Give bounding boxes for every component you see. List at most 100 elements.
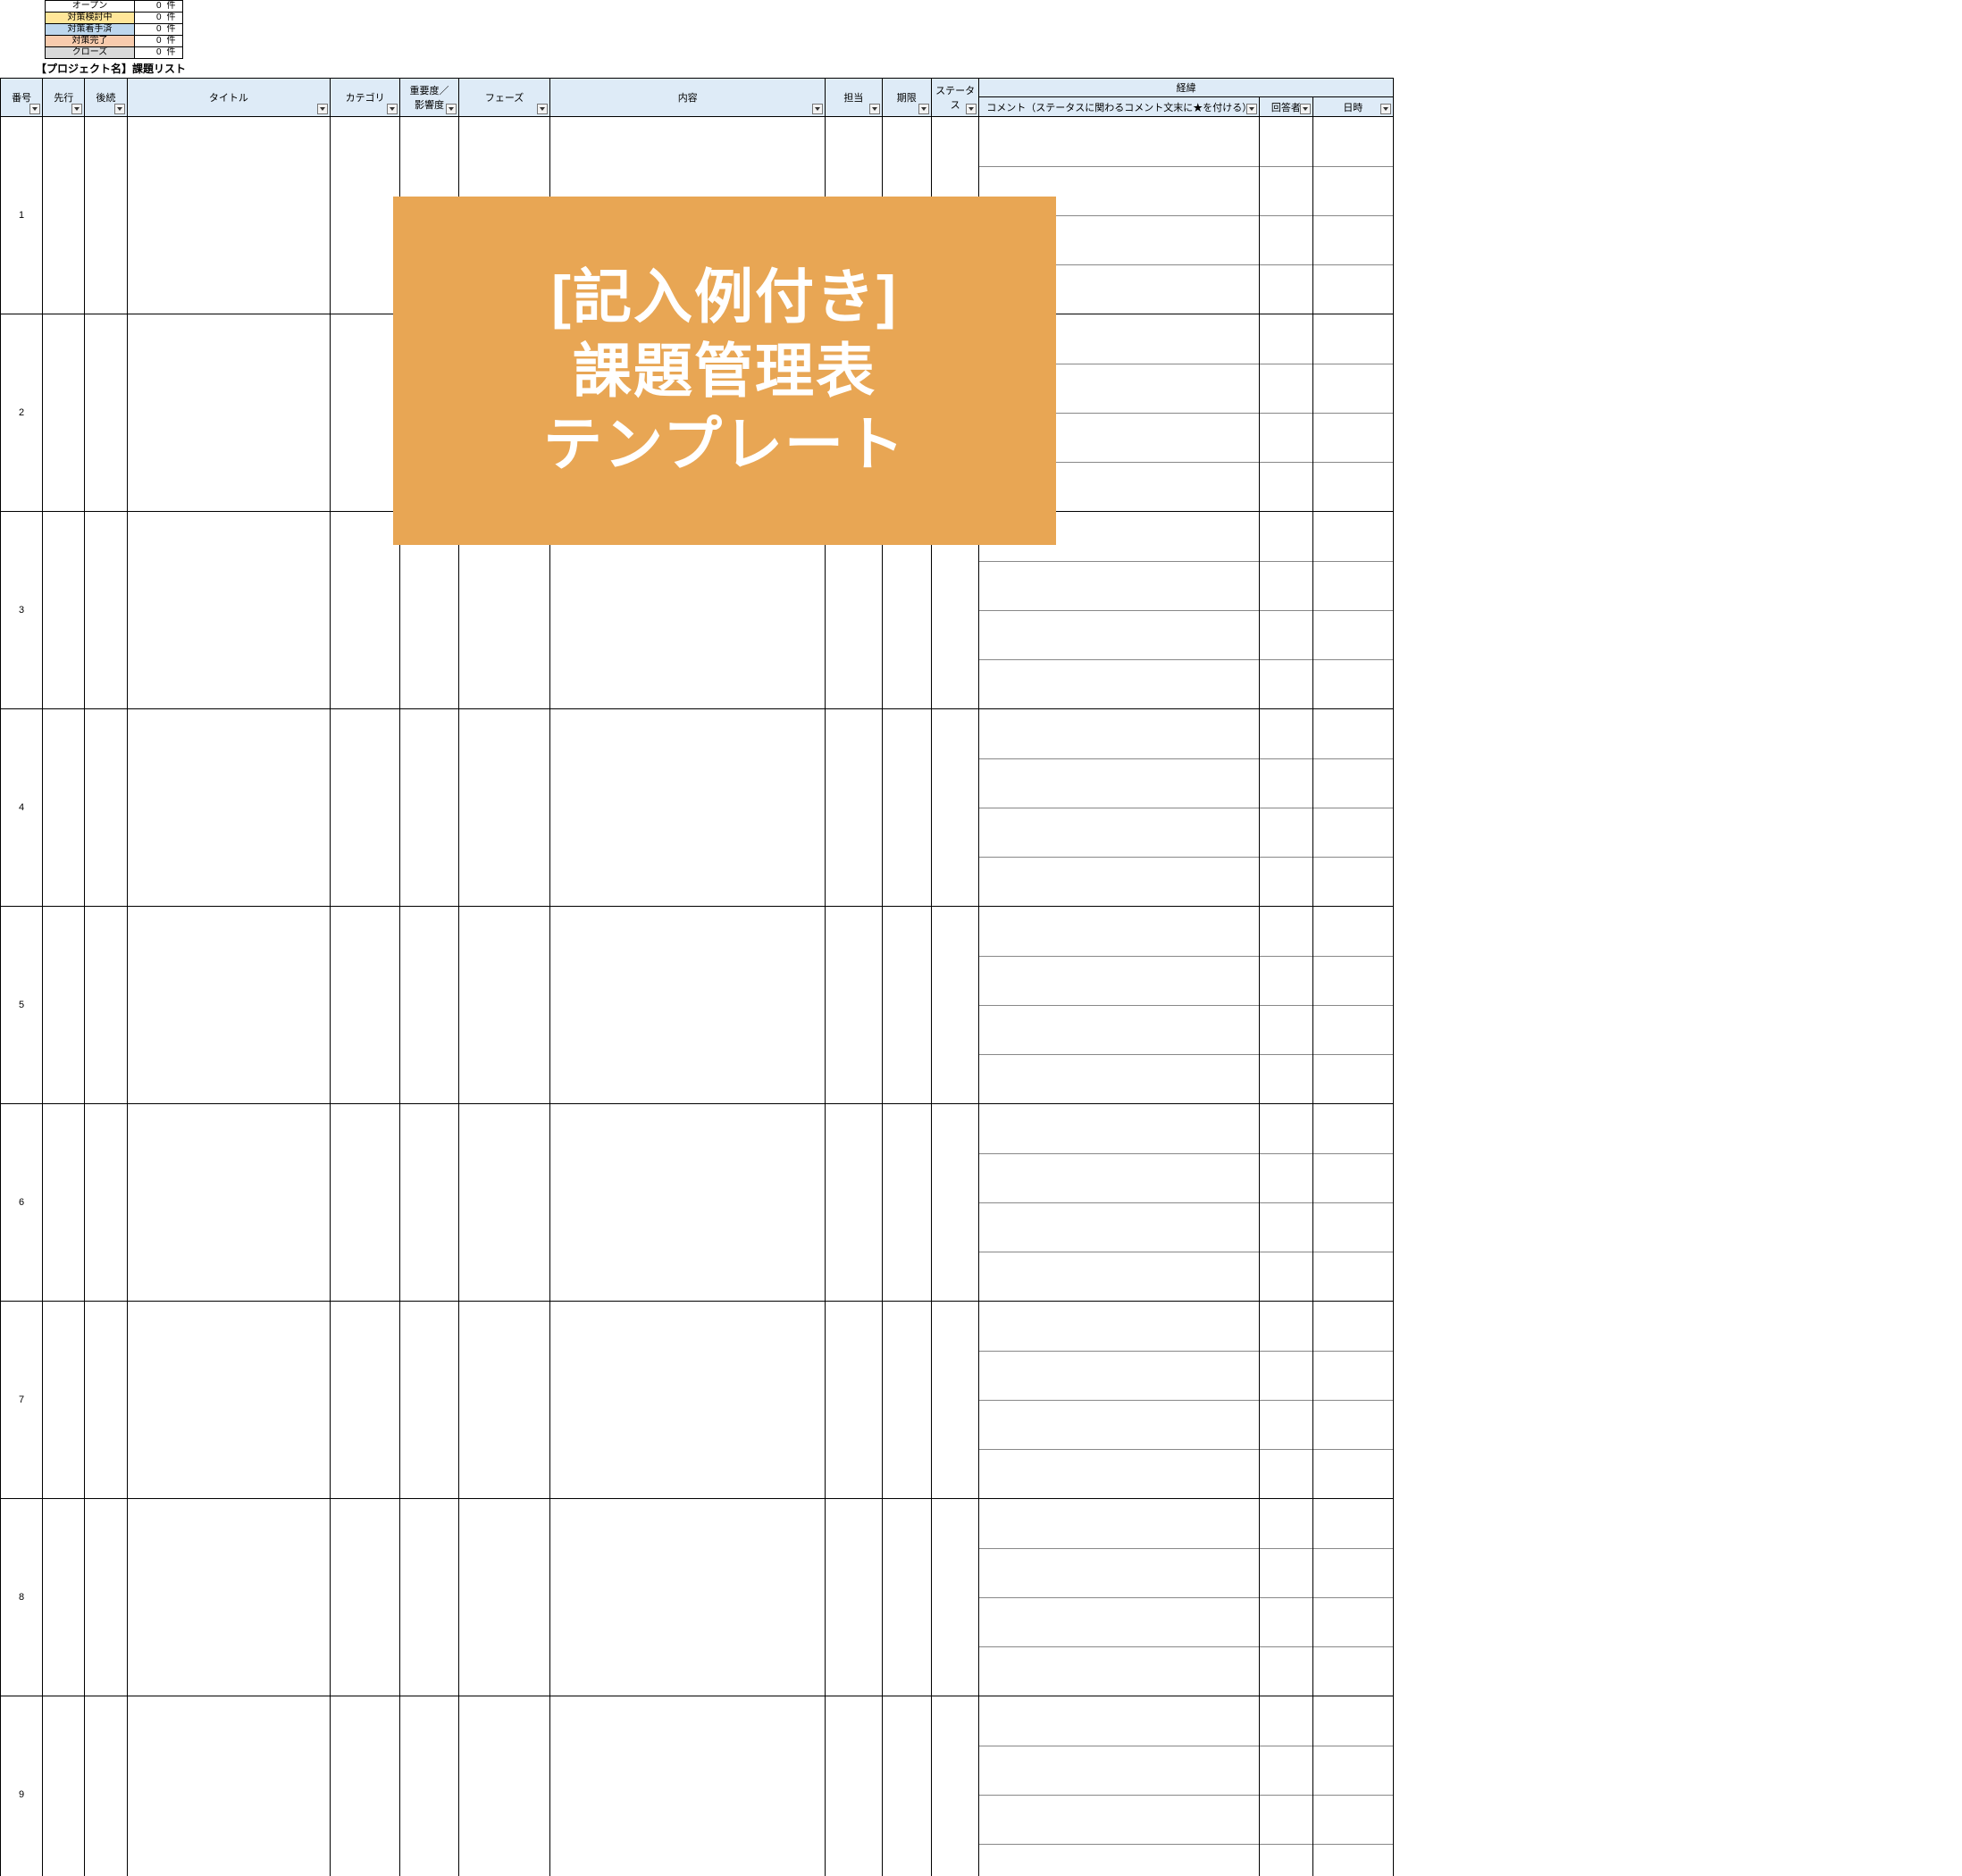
cell-status[interactable] bbox=[931, 1302, 978, 1499]
cell-num[interactable]: 6 bbox=[1, 1104, 43, 1302]
cell-date[interactable] bbox=[1312, 117, 1393, 314]
cell-date[interactable] bbox=[1312, 1499, 1393, 1696]
cell-cat[interactable] bbox=[331, 1302, 400, 1499]
cell-post[interactable] bbox=[85, 314, 127, 512]
cell-num[interactable]: 9 bbox=[1, 1696, 43, 1876]
cell-title[interactable] bbox=[127, 1302, 331, 1499]
cell-due[interactable] bbox=[882, 907, 931, 1104]
cell-cat[interactable] bbox=[331, 907, 400, 1104]
cell-resp[interactable] bbox=[1260, 314, 1312, 512]
cell-date[interactable] bbox=[1312, 907, 1393, 1104]
cell-title[interactable] bbox=[127, 907, 331, 1104]
cell-date[interactable] bbox=[1312, 1696, 1393, 1876]
cell-date[interactable] bbox=[1312, 512, 1393, 709]
cell-post[interactable] bbox=[85, 1696, 127, 1876]
cell-cat[interactable] bbox=[331, 709, 400, 907]
cell-owner[interactable] bbox=[826, 709, 883, 907]
cell-due[interactable] bbox=[882, 1104, 931, 1302]
cell-imp[interactable] bbox=[400, 1696, 459, 1876]
cell-comment[interactable] bbox=[979, 1302, 1260, 1499]
cell-title[interactable] bbox=[127, 512, 331, 709]
cell-pre[interactable] bbox=[43, 314, 85, 512]
cell-owner[interactable] bbox=[826, 1499, 883, 1696]
cell-post[interactable] bbox=[85, 907, 127, 1104]
table-row[interactable]: 8 bbox=[1, 1499, 1394, 1696]
cell-cat[interactable] bbox=[331, 117, 400, 314]
cell-num[interactable]: 2 bbox=[1, 314, 43, 512]
cell-num[interactable]: 3 bbox=[1, 512, 43, 709]
filter-icon[interactable] bbox=[966, 104, 977, 114]
table-row[interactable]: 4 bbox=[1, 709, 1394, 907]
filter-icon[interactable] bbox=[446, 104, 457, 114]
filter-icon[interactable] bbox=[114, 104, 125, 114]
cell-title[interactable] bbox=[127, 709, 331, 907]
cell-owner[interactable] bbox=[826, 1302, 883, 1499]
filter-icon[interactable] bbox=[387, 104, 398, 114]
cell-title[interactable] bbox=[127, 1104, 331, 1302]
cell-resp[interactable] bbox=[1260, 1302, 1312, 1499]
cell-content[interactable] bbox=[550, 709, 826, 907]
cell-content[interactable] bbox=[550, 1302, 826, 1499]
cell-due[interactable] bbox=[882, 709, 931, 907]
cell-due[interactable] bbox=[882, 1696, 931, 1876]
cell-owner[interactable] bbox=[826, 1696, 883, 1876]
cell-phase[interactable] bbox=[458, 907, 550, 1104]
filter-icon[interactable] bbox=[317, 104, 328, 114]
cell-imp[interactable] bbox=[400, 907, 459, 1104]
cell-content[interactable] bbox=[550, 1499, 826, 1696]
filter-icon[interactable] bbox=[537, 104, 548, 114]
cell-resp[interactable] bbox=[1260, 907, 1312, 1104]
cell-status[interactable] bbox=[931, 709, 978, 907]
cell-due[interactable] bbox=[882, 1302, 931, 1499]
cell-num[interactable]: 8 bbox=[1, 1499, 43, 1696]
cell-comment[interactable] bbox=[979, 1499, 1260, 1696]
cell-owner[interactable] bbox=[826, 907, 883, 1104]
cell-status[interactable] bbox=[931, 1104, 978, 1302]
cell-num[interactable]: 5 bbox=[1, 907, 43, 1104]
cell-post[interactable] bbox=[85, 117, 127, 314]
cell-post[interactable] bbox=[85, 1104, 127, 1302]
cell-content[interactable] bbox=[550, 907, 826, 1104]
cell-phase[interactable] bbox=[458, 1104, 550, 1302]
cell-due[interactable] bbox=[882, 1499, 931, 1696]
filter-icon[interactable] bbox=[918, 104, 929, 114]
cell-comment[interactable] bbox=[979, 1104, 1260, 1302]
cell-owner[interactable] bbox=[826, 1104, 883, 1302]
cell-title[interactable] bbox=[127, 1696, 331, 1876]
cell-status[interactable] bbox=[931, 1499, 978, 1696]
cell-pre[interactable] bbox=[43, 512, 85, 709]
cell-cat[interactable] bbox=[331, 314, 400, 512]
cell-pre[interactable] bbox=[43, 117, 85, 314]
table-row[interactable]: 7 bbox=[1, 1302, 1394, 1499]
filter-icon[interactable] bbox=[1380, 104, 1391, 114]
cell-post[interactable] bbox=[85, 709, 127, 907]
filter-icon[interactable] bbox=[1246, 104, 1257, 114]
cell-content[interactable] bbox=[550, 1696, 826, 1876]
cell-comment[interactable] bbox=[979, 907, 1260, 1104]
cell-date[interactable] bbox=[1312, 709, 1393, 907]
cell-num[interactable]: 7 bbox=[1, 1302, 43, 1499]
cell-post[interactable] bbox=[85, 1302, 127, 1499]
table-row[interactable]: 5 bbox=[1, 907, 1394, 1104]
cell-date[interactable] bbox=[1312, 314, 1393, 512]
cell-imp[interactable] bbox=[400, 709, 459, 907]
cell-status[interactable] bbox=[931, 1696, 978, 1876]
cell-resp[interactable] bbox=[1260, 1696, 1312, 1876]
filter-icon[interactable] bbox=[869, 104, 880, 114]
cell-comment[interactable] bbox=[979, 709, 1260, 907]
cell-cat[interactable] bbox=[331, 512, 400, 709]
filter-icon[interactable] bbox=[812, 104, 823, 114]
cell-pre[interactable] bbox=[43, 1302, 85, 1499]
cell-resp[interactable] bbox=[1260, 1499, 1312, 1696]
cell-cat[interactable] bbox=[331, 1104, 400, 1302]
filter-icon[interactable] bbox=[29, 104, 40, 114]
cell-imp[interactable] bbox=[400, 1499, 459, 1696]
filter-icon[interactable] bbox=[1300, 104, 1311, 114]
cell-title[interactable] bbox=[127, 117, 331, 314]
cell-resp[interactable] bbox=[1260, 117, 1312, 314]
cell-title[interactable] bbox=[127, 1499, 331, 1696]
cell-title[interactable] bbox=[127, 314, 331, 512]
cell-resp[interactable] bbox=[1260, 1104, 1312, 1302]
cell-pre[interactable] bbox=[43, 709, 85, 907]
cell-phase[interactable] bbox=[458, 709, 550, 907]
